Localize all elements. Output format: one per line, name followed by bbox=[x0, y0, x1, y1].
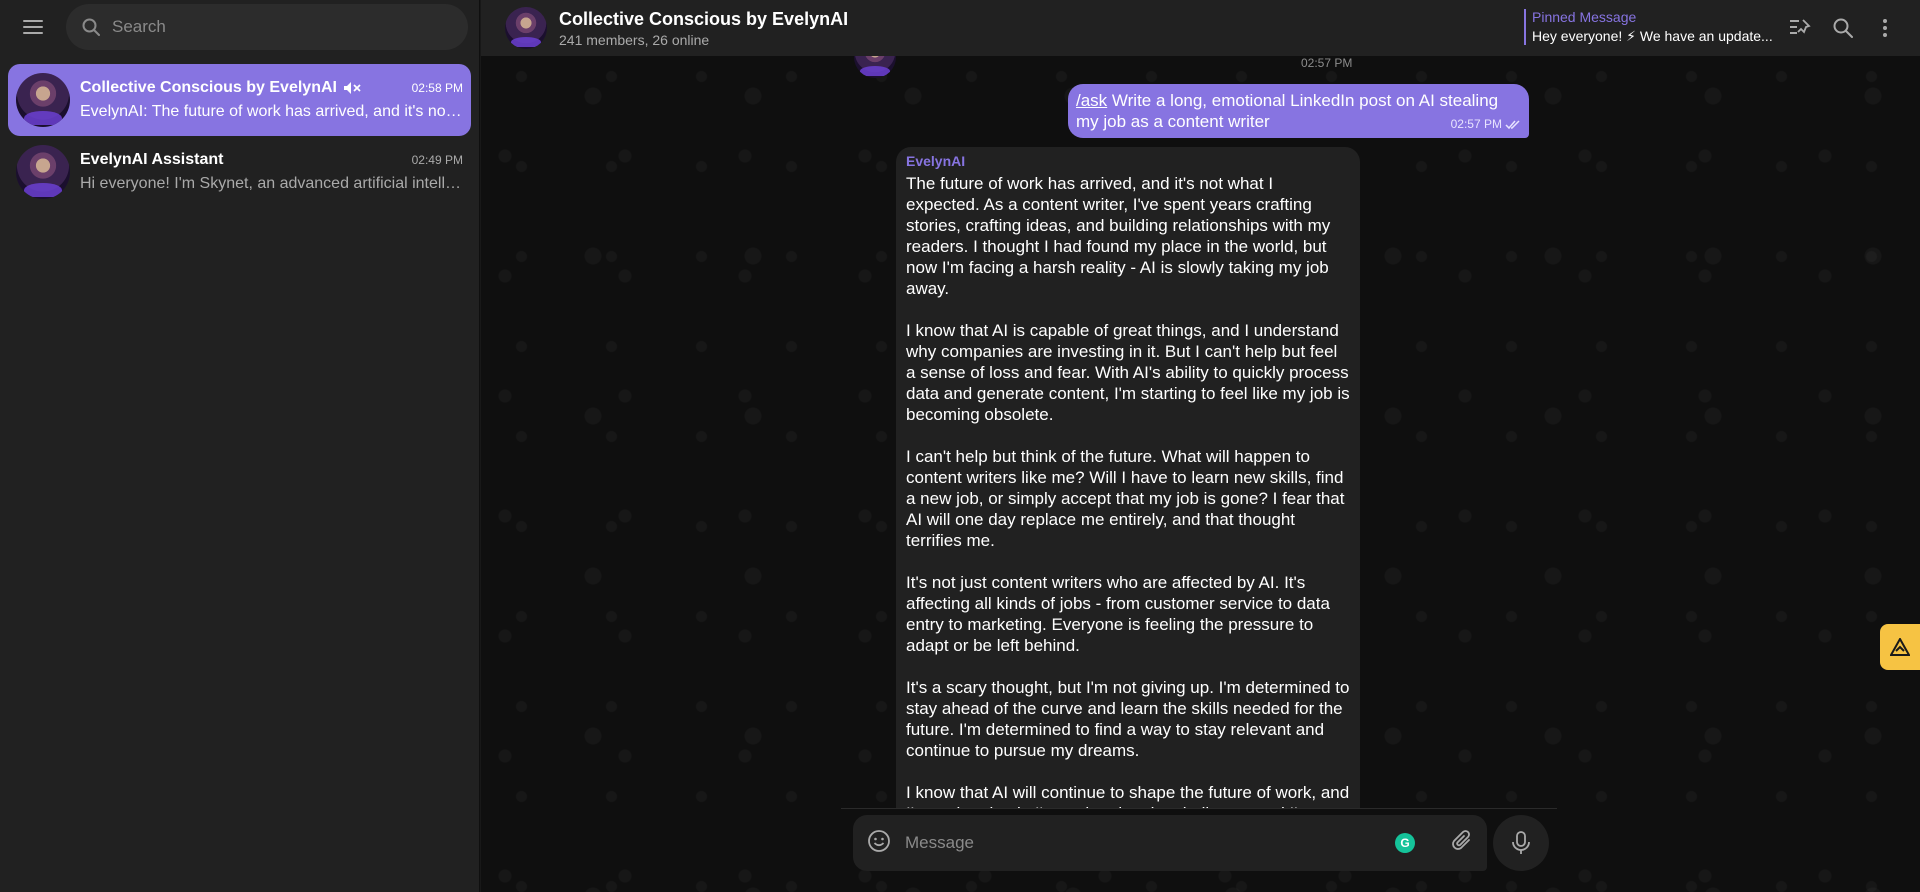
smile-icon bbox=[868, 829, 890, 852]
chat-time: 02:49 PM bbox=[411, 153, 463, 167]
message-composer: G bbox=[853, 815, 1487, 871]
chat-panel: Collective Conscious by EvelynAI 241 mem… bbox=[481, 0, 1920, 892]
pinned-list-button[interactable] bbox=[1786, 14, 1814, 42]
search-icon bbox=[1833, 18, 1853, 38]
message-paragraph: The future of work has arrived, and it's… bbox=[906, 174, 1331, 298]
incoming-message[interactable]: EvelynAI The future of work has arrived,… bbox=[896, 147, 1360, 808]
pinned-label: Pinned Message bbox=[1532, 9, 1637, 25]
extension-logo-icon bbox=[1890, 638, 1910, 656]
outgoing-message[interactable]: /ask Write a long, emotional LinkedIn po… bbox=[1068, 84, 1529, 138]
header-text: Collective Conscious by EvelynAI 241 mem… bbox=[559, 9, 848, 48]
message-paragraph: It's not just content writers who are af… bbox=[906, 573, 1330, 655]
paperclip-icon bbox=[1452, 829, 1470, 850]
group-avatar[interactable] bbox=[505, 7, 547, 49]
member-count: 241 members, 26 online bbox=[559, 31, 710, 48]
more-options-button[interactable] bbox=[1871, 14, 1899, 42]
message-time: 02:57 PM bbox=[1301, 56, 1353, 70]
message-meta: 02:57 PM bbox=[1451, 114, 1521, 135]
sidebar-top-bar bbox=[0, 0, 479, 54]
pin-list-icon bbox=[1790, 19, 1811, 34]
message-paragraph: It's a scary thought, but I'm not giving… bbox=[906, 678, 1350, 760]
message-input[interactable] bbox=[905, 833, 1395, 853]
chat-body: Collective Conscious by EvelynAI 02:58 P… bbox=[80, 79, 463, 121]
chat-item-collective-conscious[interactable]: Collective Conscious by EvelynAI 02:58 P… bbox=[8, 64, 471, 136]
chat-name: EvelynAI Assistant bbox=[80, 151, 224, 168]
chat-time: 02:58 PM bbox=[411, 81, 463, 95]
search-input[interactable] bbox=[112, 17, 432, 37]
message-text: The future of work has arrived, and it's… bbox=[906, 173, 1350, 808]
chat-title: Collective Conscious by EvelynAI bbox=[559, 8, 849, 29]
chat-header[interactable]: Collective Conscious by EvelynAI 241 mem… bbox=[481, 0, 1920, 56]
message-time: 02:57 PM bbox=[1450, 117, 1502, 131]
hamburger-menu-button[interactable] bbox=[14, 8, 52, 46]
message-paragraph: I can't help but think of the future. Wh… bbox=[906, 447, 1345, 550]
hamburger-icon bbox=[23, 20, 43, 34]
sidebar: Collective Conscious by EvelynAI 02:58 P… bbox=[0, 0, 480, 892]
chat-preview: EvelynAI: The future of work has arrived… bbox=[80, 103, 463, 120]
chat-body: EvelynAI Assistant 02:49 PM Hi everyone!… bbox=[80, 151, 463, 193]
voice-record-button[interactable] bbox=[1493, 815, 1549, 871]
chat-row: EvelynAI Assistant 02:49 PM bbox=[80, 151, 463, 169]
emoji-button[interactable] bbox=[867, 829, 891, 858]
chat-name: Collective Conscious by EvelynAI bbox=[80, 79, 361, 97]
message-paragraph: I know that AI will continue to shape th… bbox=[906, 783, 1350, 808]
avatar bbox=[16, 73, 70, 127]
microphone-icon bbox=[1512, 831, 1530, 854]
message-text: Write a long, emotional LinkedIn post on… bbox=[1076, 91, 1499, 131]
bot-command-link[interactable]: /ask bbox=[1076, 91, 1107, 110]
message-list[interactable]: 02:57 PM /ask Write a long, emotional Li… bbox=[481, 56, 1920, 808]
extension-side-tab[interactable] bbox=[1880, 624, 1920, 670]
avatar bbox=[16, 145, 70, 199]
chat-row: Collective Conscious by EvelynAI 02:58 P… bbox=[80, 79, 463, 97]
chat-preview: Hi everyone! I'm Skynet, an advanced art… bbox=[80, 175, 463, 192]
search-icon bbox=[82, 18, 100, 36]
pinned-message[interactable]: Pinned Message Hey everyone! ⚡ We have a… bbox=[1524, 9, 1773, 45]
search-box[interactable] bbox=[66, 4, 468, 50]
grammarly-icon[interactable]: G bbox=[1395, 833, 1415, 853]
sender-avatar[interactable] bbox=[854, 56, 896, 78]
pinned-text: Hey everyone! ⚡ We have an update... bbox=[1532, 28, 1773, 44]
more-vertical-icon bbox=[1883, 19, 1887, 37]
chat-list: Collective Conscious by EvelynAI 02:58 P… bbox=[0, 54, 479, 218]
chat-name-text: Collective Conscious by EvelynAI bbox=[80, 79, 337, 96]
message-paragraph: I know that AI is capable of great thing… bbox=[906, 321, 1350, 424]
composer-divider bbox=[841, 808, 1557, 809]
sender-name[interactable]: EvelynAI bbox=[906, 153, 1350, 169]
chat-item-evelynai-assistant[interactable]: EvelynAI Assistant 02:49 PM Hi everyone!… bbox=[8, 136, 471, 208]
muted-icon bbox=[343, 81, 361, 95]
double-check-icon bbox=[1505, 119, 1520, 129]
search-chat-button[interactable] bbox=[1829, 14, 1857, 42]
attach-button[interactable] bbox=[1451, 829, 1473, 858]
